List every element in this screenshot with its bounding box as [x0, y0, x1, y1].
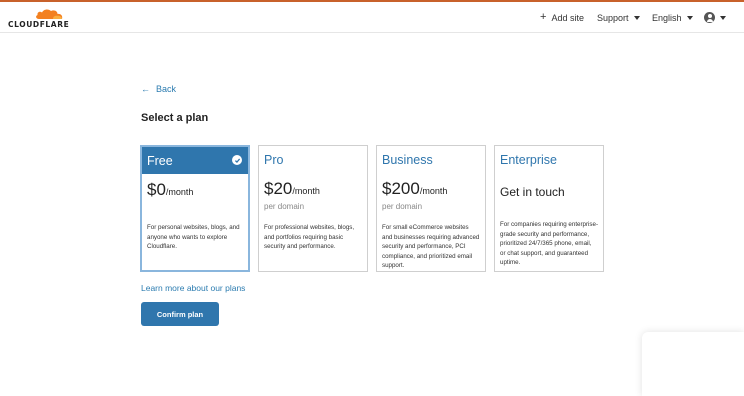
caret-down-icon — [686, 15, 693, 20]
plan-name: Free — [147, 153, 173, 168]
cloud-icon — [36, 9, 63, 19]
price-unit: per domain — [264, 202, 305, 211]
plan-description: For personal websites, blogs, and anyone… — [147, 224, 240, 250]
confirm-plan-button[interactable]: Confirm plan — [141, 302, 219, 326]
plan-price: $0/month — [142, 174, 248, 202]
plan-card-header: Business — [377, 146, 485, 173]
plan-card-header: Pro — [259, 146, 367, 173]
price-period: /month — [165, 187, 194, 197]
support-label: Support — [597, 12, 629, 23]
plan-description: For companies requiring enterprise-grade… — [500, 221, 599, 266]
plus-icon: + — [540, 11, 547, 23]
caret-down-icon — [720, 15, 726, 20]
add-site-link[interactable]: + Add site — [540, 2, 584, 33]
price-amount: $0 — [147, 180, 166, 199]
plan-card-header: Enterprise — [495, 146, 603, 173]
user-icon — [704, 12, 715, 23]
plan-card-header: Free — [142, 147, 248, 174]
caret-down-icon — [633, 15, 640, 20]
plan-price: $200/month — [377, 173, 485, 201]
plan-card-pro[interactable]: Pro $20/month per domain For professiona… — [258, 145, 368, 272]
top-navigation-bar: CLOUDFLARE + Add site Support English — [0, 2, 744, 33]
add-site-label: Add site — [551, 12, 584, 23]
back-label: Back — [156, 84, 177, 94]
back-link[interactable]: ← Back — [141, 84, 176, 94]
plan-card-business[interactable]: Business $200/month per domain For small… — [376, 145, 486, 272]
logo-wordmark: CLOUDFLARE — [8, 20, 70, 29]
plan-name: Pro — [264, 152, 284, 167]
arrow-left-icon: ← — [141, 84, 150, 94]
checkmark-icon — [232, 155, 242, 165]
floating-widget-panel — [642, 332, 744, 396]
plan-name: Business — [382, 152, 433, 167]
plan-description: For professional websites, blogs, and po… — [264, 224, 355, 250]
user-menu[interactable] — [704, 2, 726, 33]
plan-name: Enterprise — [500, 152, 557, 167]
plan-contact: Get in touch — [500, 185, 565, 199]
plan-description: For small eCommerce websites and busines… — [382, 224, 480, 269]
price-amount: $200 — [382, 179, 420, 198]
language-menu[interactable]: English — [652, 2, 693, 33]
cloudflare-logo[interactable]: CLOUDFLARE — [8, 8, 70, 30]
price-unit: per domain — [382, 202, 423, 211]
learn-more-link[interactable]: Learn more about our plans — [141, 283, 245, 293]
price-period: /month — [292, 186, 320, 196]
price-amount: $20 — [264, 179, 293, 198]
language-label: English — [652, 12, 682, 23]
plan-card-free[interactable]: Free $0/month For personal websites, blo… — [140, 145, 250, 272]
support-menu[interactable]: Support — [597, 2, 640, 33]
price-period: /month — [419, 186, 448, 196]
plan-price: $20/month — [259, 173, 367, 201]
plan-card-enterprise[interactable]: Enterprise Get in touch For companies re… — [494, 145, 604, 272]
page-title: Select a plan — [141, 112, 209, 124]
